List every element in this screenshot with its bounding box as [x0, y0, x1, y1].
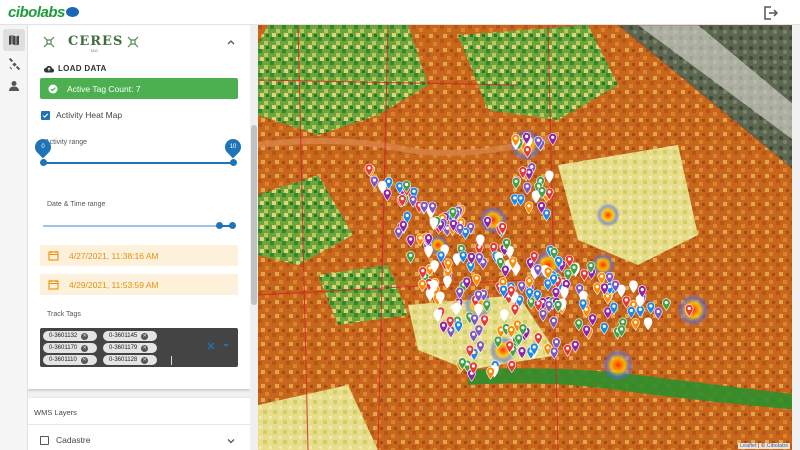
tag-chip[interactable]: 0-3601128 ✕ — [103, 355, 157, 365]
load-data-label: LOAD DATA — [58, 64, 107, 73]
date-range-label: Date & Time range — [47, 201, 106, 208]
tag-input-cursor[interactable] — [171, 356, 172, 365]
map-attribution: Leaflet | © Cibolabs — [738, 443, 790, 449]
date-range-start-handle[interactable] — [216, 222, 223, 229]
date-range-end-handle[interactable] — [229, 222, 236, 229]
activity-range-min-value: 0 — [41, 144, 45, 150]
cow-icon — [43, 36, 55, 48]
tag-chip-label: 0-3601110 — [49, 357, 77, 363]
chevron-up-icon[interactable] — [226, 37, 236, 47]
cloud-upload-icon — [44, 65, 54, 73]
date-range-track-inactive[interactable] — [43, 225, 219, 227]
cibolabs-logo[interactable]: cibolabs — [8, 4, 79, 21]
active-tag-count-text: Active Tag Count: 7 — [67, 83, 141, 94]
clear-icon[interactable] — [206, 341, 216, 351]
person-icon — [9, 81, 19, 91]
tag-chip[interactable]: 0-3601170 ✕ — [43, 343, 97, 353]
cibolabs-link[interactable]: Cibolabs — [767, 443, 788, 449]
tag-chip[interactable]: 0-3601145 ✕ — [103, 331, 157, 341]
start-date-value: 4/27/2021, 11:38:16 AM — [69, 250, 159, 261]
tag-chip-label: 0-3601179 — [109, 345, 138, 351]
start-date-field[interactable]: 4/27/2021, 11:38:16 AM — [40, 245, 238, 266]
tag-chip-label: 0-3601128 — [109, 357, 138, 363]
heatmap-checkbox[interactable] — [41, 110, 50, 120]
heatmap-toggle[interactable]: Activity Heat Map — [41, 110, 122, 120]
wms-layers-label: WMS Layers — [34, 408, 77, 417]
cadastre-checkbox[interactable] — [40, 435, 49, 445]
calendar-icon — [48, 251, 59, 261]
map-icon — [9, 35, 19, 46]
end-date-value: 4/29/2021, 11:53:59 AM — [69, 279, 159, 290]
cow-icon — [127, 36, 139, 48]
active-tag-count-banner: Active Tag Count: 7 — [40, 78, 238, 99]
rail-map-button[interactable] — [3, 29, 25, 51]
close-icon[interactable]: ✕ — [141, 344, 149, 352]
close-icon[interactable]: ✕ — [81, 332, 89, 340]
heat-spot — [596, 203, 620, 227]
tag-chip[interactable]: 0-3601179 ✕ — [103, 343, 157, 353]
rail-satellite-button[interactable] — [3, 53, 25, 75]
heatmap-label: Activity Heat Map — [56, 110, 123, 120]
map-canvas[interactable] — [258, 25, 800, 450]
close-icon[interactable]: ✕ — [81, 344, 89, 352]
tag-chip[interactable]: 0-3601132 ✕ — [43, 331, 97, 341]
close-icon[interactable]: ✕ — [141, 356, 149, 364]
map-view[interactable]: Leaflet | © Cibolabs — [258, 25, 800, 450]
nav-rail — [0, 25, 28, 450]
load-data-button[interactable]: LOAD DATA — [44, 64, 107, 73]
track-tags-select[interactable]: 0-3601132 ✕ 0-3601145 ✕ 0-3601170 ✕ 0-36011… — [40, 328, 238, 367]
ceres-subtitle: TAG — [90, 48, 98, 53]
activity-range-min-handle[interactable] — [40, 159, 47, 166]
check-icon — [42, 113, 49, 118]
close-icon[interactable]: ✕ — [80, 356, 88, 364]
heat-spot — [602, 349, 634, 381]
activity-range-max-handle[interactable] — [230, 159, 237, 166]
rail-profile-button[interactable] — [3, 75, 25, 97]
ceres-card: CERES TAG LOAD DATA Active Tag Count: 7 — [28, 25, 250, 389]
top-bar: cibolabs — [0, 0, 800, 25]
side-panel: CERES TAG LOAD DATA Active Tag Count: 7 — [28, 25, 258, 450]
globe-icon — [65, 7, 79, 17]
map-scrollbar[interactable] — [792, 25, 800, 450]
logout-icon[interactable] — [762, 5, 778, 21]
tag-chip-label: 0-3601170 — [49, 345, 78, 351]
wms-layers-card: WMS Layers Cadastre — [28, 398, 250, 450]
cadastre-label: Cadastre — [56, 435, 91, 445]
attribution-separator: | © — [756, 443, 767, 449]
activity-range-max-value: 10 — [229, 144, 237, 150]
check-circle-icon — [48, 84, 58, 93]
tag-chip-label: 0-3601132 — [49, 333, 78, 339]
end-date-field[interactable]: 4/29/2021, 11:53:59 AM — [40, 274, 238, 295]
tag-chip[interactable]: 0-3601110 ✕ — [43, 355, 97, 365]
leaflet-link[interactable]: Leaflet — [740, 443, 757, 449]
activity-range-track[interactable] — [43, 162, 233, 164]
close-icon[interactable]: ✕ — [141, 332, 149, 340]
satellite-icon — [8, 57, 20, 70]
cadastre-layer-toggle[interactable]: Cadastre — [40, 435, 91, 445]
panel-scrollbar-thumb[interactable] — [251, 125, 257, 305]
dropdown-caret-icon[interactable] — [223, 344, 229, 347]
chevron-down-icon[interactable] — [226, 436, 236, 446]
ceres-title: CERES — [68, 34, 124, 49]
calendar-icon — [48, 280, 59, 290]
tag-chip-label: 0-3601145 — [109, 333, 138, 339]
panel-scrollbar[interactable] — [250, 25, 258, 450]
divider — [28, 424, 250, 425]
track-tags-label: Track Tags — [47, 311, 81, 318]
